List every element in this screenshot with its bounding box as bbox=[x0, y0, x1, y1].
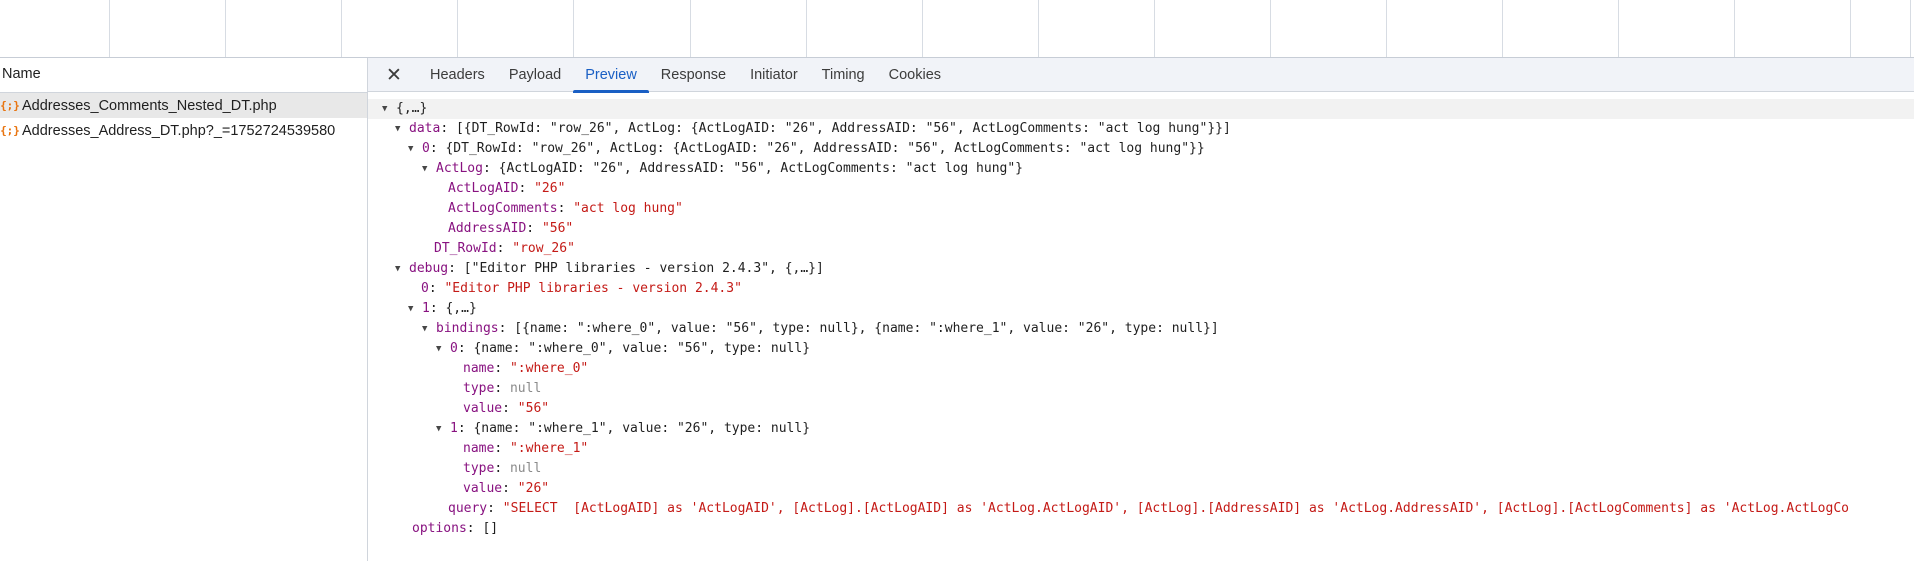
request-name: Addresses_Address_DT.php?_=1752724539580 bbox=[22, 122, 336, 139]
tree-leaf-query: query: "SELECT [ActLogAID] as 'ActLogAID… bbox=[448, 501, 1849, 516]
expand-triangle-icon[interactable]: ▼ bbox=[408, 299, 420, 319]
name-column-header[interactable]: Name bbox=[0, 58, 367, 93]
timeline-gridline bbox=[806, 0, 807, 57]
request-detail-panel: ✕ Headers Payload Preview Response Initi… bbox=[368, 58, 1914, 561]
request-name: Addresses_Comments_Nested_DT.php bbox=[22, 97, 277, 114]
tree-node-actlog[interactable]: ▼ ActLog: {ActLogAID: "26", AddressAID: "… bbox=[368, 159, 1914, 179]
tree-leaf: type: null bbox=[463, 381, 542, 396]
timeline-gridline bbox=[341, 0, 342, 57]
tree-leaf: ActLogComments: "act log hung" bbox=[448, 201, 683, 216]
expand-triangle-icon[interactable]: ▼ bbox=[408, 139, 420, 159]
tree-leaf: DT_RowId: "row_26" bbox=[434, 241, 575, 256]
tree-node-debug[interactable]: ▼ debug: ["Editor PHP libraries - version… bbox=[368, 259, 1914, 279]
tree-leaf: name: ":where_1" bbox=[463, 441, 589, 456]
xhr-icon: {;} bbox=[0, 99, 20, 112]
request-list-panel: Name {;} Addresses_Comments_Nested_DT.ph… bbox=[0, 58, 368, 561]
expand-triangle-icon[interactable]: ▼ bbox=[436, 339, 448, 359]
network-timeline-overview[interactable] bbox=[0, 0, 1914, 58]
expand-triangle-icon[interactable]: ▼ bbox=[382, 99, 394, 119]
tab-timing[interactable]: Timing bbox=[810, 58, 877, 92]
timeline-gridline bbox=[1910, 0, 1911, 57]
timeline-gridline bbox=[1038, 0, 1039, 57]
json-preview-tree: ▼ {,…} ▼ data: [{DT_RowId: "row_26", ActLo… bbox=[368, 92, 1914, 539]
timeline-gridline bbox=[1154, 0, 1155, 57]
tree-node-data[interactable]: ▼ data: [{DT_RowId: "row_26", ActLog: {Ac… bbox=[368, 119, 1914, 139]
tree-leaf: 0: "Editor PHP libraries - version 2.4.3… bbox=[421, 281, 742, 296]
tree-leaf: value: "26" bbox=[463, 481, 550, 496]
tree-leaf: type: null bbox=[463, 461, 542, 476]
detail-tab-bar: ✕ Headers Payload Preview Response Initi… bbox=[368, 58, 1914, 93]
expand-triangle-icon[interactable]: ▼ bbox=[422, 319, 434, 339]
tree-node-binding-1[interactable]: ▼ 1: {name: ":where_1", value: "26", type… bbox=[368, 419, 1914, 439]
tree-leaf: name: ":where_0" bbox=[463, 361, 589, 376]
expand-triangle-icon[interactable]: ▼ bbox=[436, 419, 448, 439]
expand-triangle-icon[interactable]: ▼ bbox=[395, 119, 407, 139]
timeline-gridline bbox=[457, 0, 458, 57]
expand-triangle-icon[interactable]: ▼ bbox=[395, 259, 407, 279]
timeline-gridline bbox=[225, 0, 226, 57]
timeline-gridline bbox=[690, 0, 691, 57]
tree-node-data-0[interactable]: ▼ 0: {DT_RowId: "row_26", ActLog: {ActLog… bbox=[368, 139, 1914, 159]
close-icon[interactable]: ✕ bbox=[382, 63, 406, 87]
timeline-gridline bbox=[573, 0, 574, 57]
tab-cookies[interactable]: Cookies bbox=[877, 58, 953, 92]
tree-leaf-options: options: [] bbox=[412, 521, 499, 536]
tree-leaf: value: "56" bbox=[463, 401, 550, 416]
xhr-icon: {;} bbox=[0, 124, 20, 137]
tab-headers[interactable]: Headers bbox=[418, 58, 497, 92]
expand-triangle-icon[interactable]: ▼ bbox=[422, 159, 434, 179]
timeline-gridline bbox=[1618, 0, 1619, 57]
tree-node-root[interactable]: ▼ {,…} bbox=[368, 99, 1914, 119]
tab-response[interactable]: Response bbox=[649, 58, 738, 92]
timeline-gridline bbox=[1270, 0, 1271, 57]
timeline-gridline bbox=[1386, 0, 1387, 57]
timeline-gridline bbox=[1502, 0, 1503, 57]
tree-leaf: ActLogAID: "26" bbox=[448, 181, 566, 196]
timeline-gridline bbox=[922, 0, 923, 57]
tab-initiator[interactable]: Initiator bbox=[738, 58, 810, 92]
tree-node-debug-1[interactable]: ▼ 1: {,…} bbox=[368, 299, 1914, 319]
tab-payload[interactable]: Payload bbox=[497, 58, 573, 92]
tree-node-bindings[interactable]: ▼ bindings: [{name: ":where_0", value: "5… bbox=[368, 319, 1914, 339]
timeline-gridline bbox=[109, 0, 110, 57]
tree-leaf: AddressAID: "56" bbox=[448, 221, 574, 236]
request-row[interactable]: {;} Addresses_Address_DT.php?_=175272453… bbox=[0, 118, 367, 143]
tree-node-binding-0[interactable]: ▼ 0: {name: ":where_0", value: "56", type… bbox=[368, 339, 1914, 359]
request-row[interactable]: {;} Addresses_Comments_Nested_DT.php bbox=[0, 93, 367, 118]
timeline-gridline bbox=[1850, 0, 1851, 57]
tab-preview[interactable]: Preview bbox=[573, 58, 649, 93]
timeline-gridline bbox=[1734, 0, 1735, 57]
